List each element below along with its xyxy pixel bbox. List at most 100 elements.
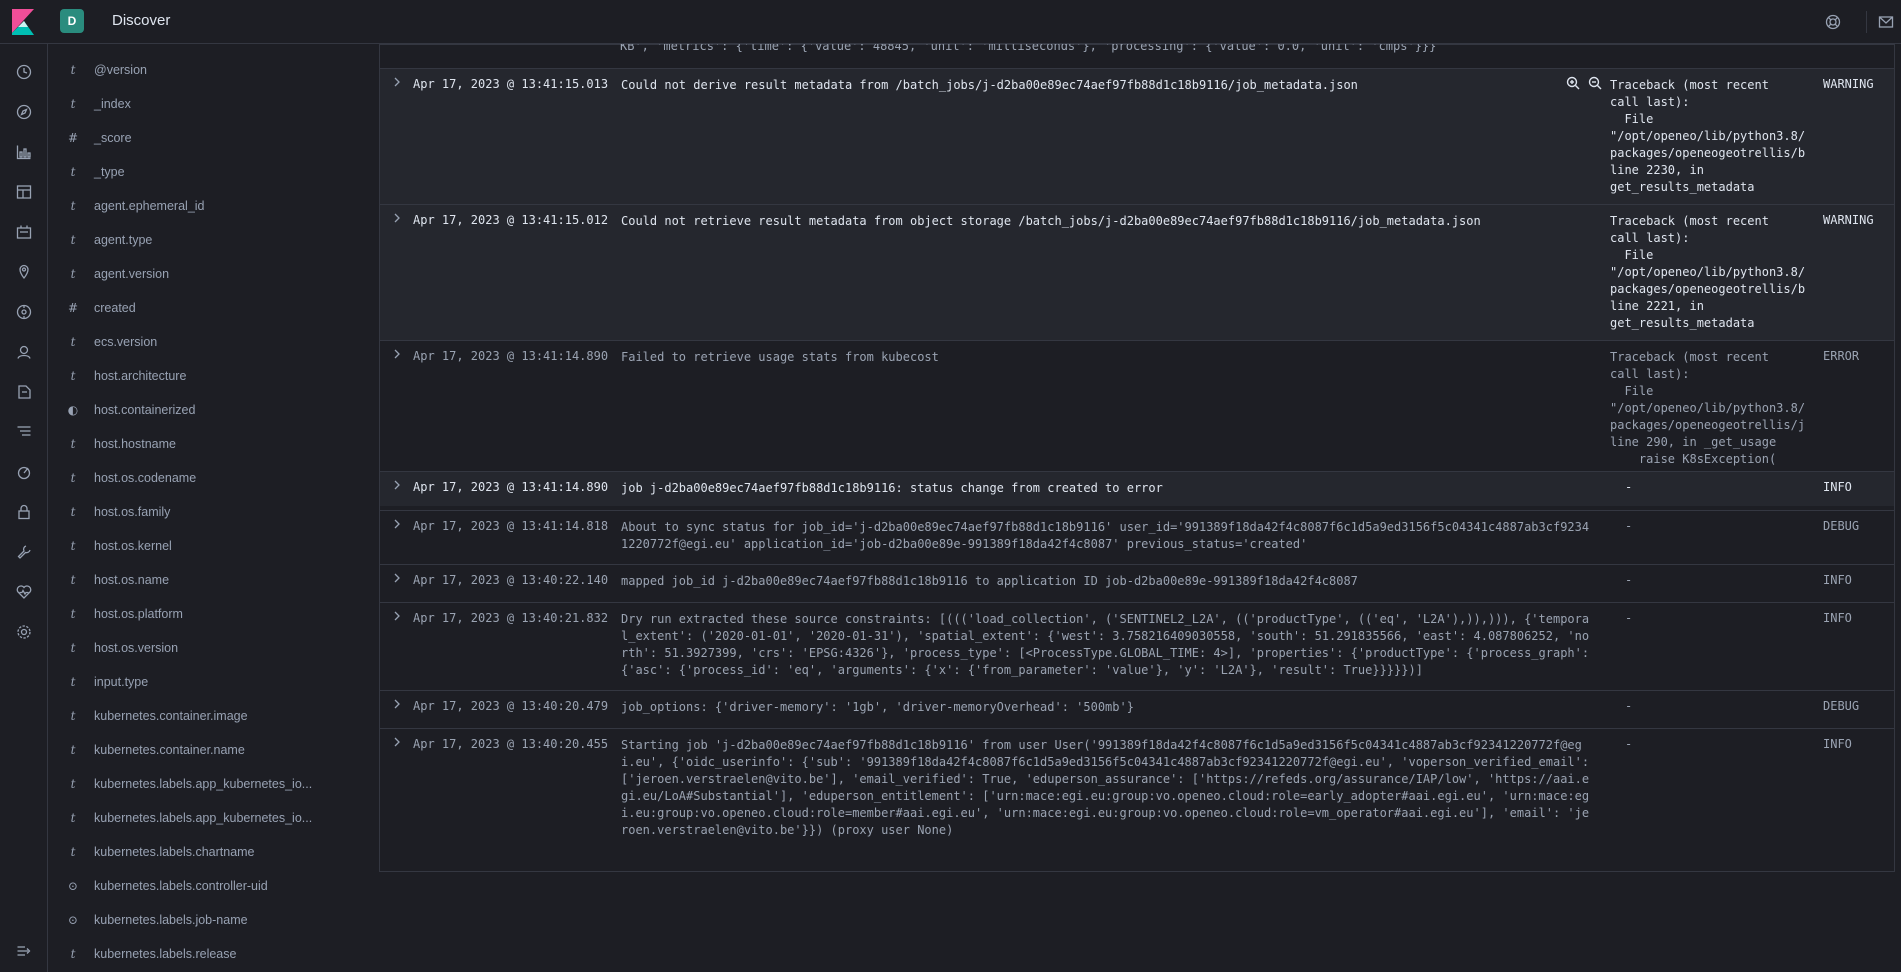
field-item[interactable]: t input.type: [48, 668, 377, 696]
field-item[interactable]: t host.os.version: [48, 634, 377, 662]
chevron-right-icon[interactable]: [390, 75, 404, 89]
ml-icon[interactable]: [12, 300, 36, 324]
row-traceback: -: [1625, 519, 1633, 533]
field-type-icon: t: [70, 165, 76, 179]
table-row[interactable]: Apr 17, 2023 @ 13:40:20.455 Starting job …: [380, 728, 1894, 869]
row-timestamp: Apr 17, 2023 @ 13:40:21.832: [413, 611, 609, 625]
newsfeed-icon[interactable]: [1866, 11, 1897, 33]
chevron-right-icon[interactable]: [390, 517, 404, 531]
table-row[interactable]: Apr 17, 2023 @ 13:41:15.013 Could not der…: [380, 68, 1894, 205]
field-item[interactable]: t host.os.name: [48, 566, 377, 594]
apm-icon[interactable]: [12, 460, 36, 484]
field-item[interactable]: t agent.version: [48, 260, 377, 288]
field-item[interactable]: t kubernetes.labels.release: [48, 940, 377, 968]
field-item[interactable]: t _index: [48, 90, 377, 118]
field-item[interactable]: t host.os.kernel: [48, 532, 377, 560]
field-item[interactable]: ⊙ kubernetes.labels.job-name: [48, 906, 377, 934]
chevron-right-icon[interactable]: [390, 697, 404, 711]
table-row[interactable]: Apr 17, 2023 @ 13:41:14.818 About to sync…: [380, 510, 1894, 565]
field-item[interactable]: t agent.type: [48, 226, 377, 254]
row-message: job j-d2ba00e89ec74aef97fb88d1c18b9116: …: [621, 481, 1163, 495]
observability-icon[interactable]: [12, 380, 36, 404]
collapse-icon[interactable]: [12, 939, 36, 963]
field-item[interactable]: t kubernetes.labels.app_kubernetes_io...: [48, 804, 377, 832]
chevron-right-icon[interactable]: [390, 478, 404, 492]
field-item[interactable]: t ecs.version: [48, 328, 377, 356]
table-row[interactable]: Apr 17, 2023 @ 13:40:20.479 job_options: …: [380, 690, 1894, 729]
table-row[interactable]: Apr 17, 2023 @ 13:41:15.012 Could not ret…: [380, 204, 1894, 341]
maps-icon[interactable]: [12, 260, 36, 284]
row-actions: [1565, 75, 1603, 91]
row-level: DEBUG: [1823, 519, 1860, 533]
row-traceback: -: [1625, 480, 1633, 494]
field-name: _type: [94, 165, 125, 179]
security-icon[interactable]: [12, 500, 36, 524]
field-item[interactable]: t kubernetes.labels.app_kubernetes_io...: [48, 770, 377, 798]
row-traceback: -: [1625, 737, 1633, 751]
field-name: agent.version: [94, 267, 170, 281]
chevron-right-icon[interactable]: [390, 735, 404, 749]
field-type-icon: t: [70, 539, 76, 553]
chevron-right-icon[interactable]: [390, 211, 404, 225]
field-type-icon: t: [70, 505, 76, 519]
field-type-icon: t: [70, 845, 76, 859]
table-row[interactable]: Apr 17, 2023 @ 13:40:22.140 mapped job_id…: [380, 564, 1894, 603]
table-row[interactable]: Apr 17, 2023 @ 13:41:14.890 Failed to ret…: [380, 340, 1894, 477]
top-header: D Discover: [0, 0, 1901, 44]
field-item[interactable]: t kubernetes.container.image: [48, 702, 377, 730]
compass-icon[interactable]: [12, 100, 36, 124]
field-item[interactable]: ◐ host.containerized: [48, 396, 377, 424]
field-type-icon: t: [70, 97, 76, 111]
field-item[interactable]: t host.hostname: [48, 430, 377, 458]
field-type-icon: t: [70, 777, 76, 791]
field-item[interactable]: t host.os.codename: [48, 464, 377, 492]
field-name: kubernetes.labels.job-name: [94, 913, 248, 927]
field-type-icon: t: [70, 947, 76, 961]
field-item[interactable]: t kubernetes.labels.chartname: [48, 838, 377, 866]
field-item[interactable]: t agent.ephemeral_id: [48, 192, 377, 220]
graph-icon[interactable]: [12, 420, 36, 444]
kibana-logo-icon[interactable]: [10, 7, 40, 37]
row-level: INFO: [1823, 573, 1852, 587]
row-level: INFO: [1823, 480, 1852, 494]
canvas-icon[interactable]: [12, 220, 36, 244]
dashboard-icon[interactable]: [12, 180, 36, 204]
field-name: kubernetes.labels.chartname: [94, 845, 255, 859]
field-type-icon: #: [67, 301, 79, 315]
field-item[interactable]: t kubernetes.container.name: [48, 736, 377, 764]
field-item[interactable]: t host.os.platform: [48, 600, 377, 628]
field-item[interactable]: t host.os.family: [48, 498, 377, 526]
zoom-in-icon[interactable]: [1565, 75, 1581, 91]
clock-icon[interactable]: [12, 60, 36, 84]
row-message: Starting job 'j-d2ba00e89ec74aef97fb88d1…: [621, 738, 1590, 837]
document-table: KB', 'metrics': {'time': {'value': 48845…: [379, 44, 1895, 872]
chevron-right-icon[interactable]: [390, 347, 404, 361]
field-item[interactable]: t host.architecture: [48, 362, 377, 390]
row-traceback: Traceback (most recent call last): File …: [1610, 78, 1805, 194]
chevron-right-icon[interactable]: [390, 571, 404, 585]
field-item[interactable]: # created: [48, 294, 377, 322]
row-message: Failed to retrieve usage stats from kube…: [621, 350, 939, 364]
table-row[interactable]: Apr 17, 2023 @ 13:41:14.890 job j-d2ba00e…: [380, 471, 1894, 506]
help-icon[interactable]: [1822, 11, 1844, 33]
row-traceback: Traceback (most recent call last): File …: [1610, 214, 1805, 330]
settings-icon[interactable]: [12, 620, 36, 644]
monitoring-icon[interactable]: [12, 580, 36, 604]
field-name: host.os.platform: [94, 607, 183, 621]
space-avatar[interactable]: D: [60, 9, 84, 33]
field-name: input.type: [94, 675, 149, 689]
row-timestamp: Apr 17, 2023 @ 13:40:22.140: [413, 573, 609, 587]
visualize-icon[interactable]: [12, 140, 36, 164]
field-item[interactable]: t @version: [48, 56, 377, 84]
user-icon[interactable]: [12, 340, 36, 364]
field-item[interactable]: ⊙ kubernetes.labels.controller-uid: [48, 872, 377, 900]
zoom-out-icon[interactable]: [1587, 75, 1603, 91]
devtools-icon[interactable]: [12, 540, 36, 564]
table-row[interactable]: Apr 17, 2023 @ 13:40:21.832 Dry run extra…: [380, 602, 1894, 691]
field-type-icon: #: [67, 131, 79, 145]
row-timestamp: Apr 17, 2023 @ 13:41:14.890: [413, 480, 609, 494]
field-item[interactable]: t _type: [48, 158, 377, 186]
chevron-right-icon[interactable]: [390, 609, 404, 623]
field-type-icon: t: [70, 811, 76, 825]
field-item[interactable]: # _score: [48, 124, 377, 152]
